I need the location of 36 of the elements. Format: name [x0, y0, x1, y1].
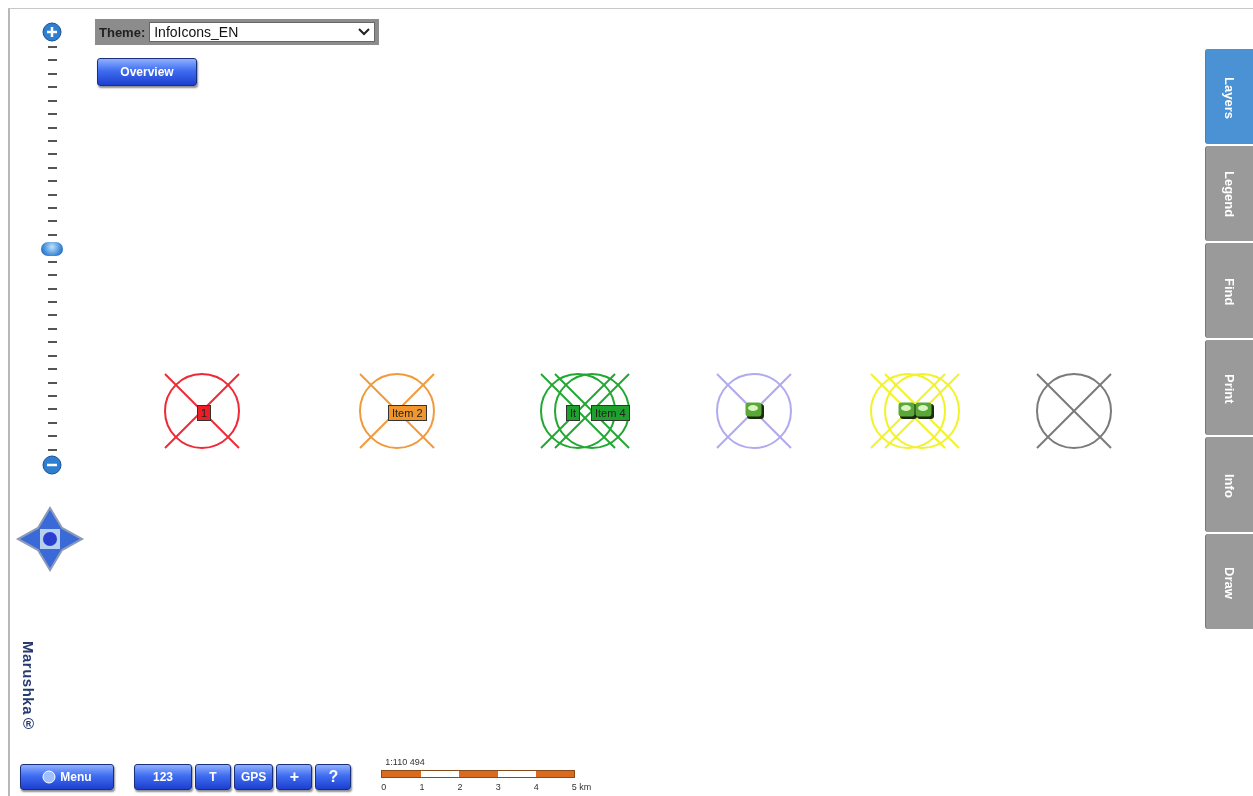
map-canvas[interactable]: Theme: InfoIcons_EN Overview Marushka® 1 Item 2 It Item 4 Layers Legend Find Print Info Draw Menu 123 T GPS + ? 1:110 494 0 1 2 3 4 5 km: [8, 8, 1253, 796]
toolbar-button[interactable]: +: [276, 764, 313, 790]
side-tab[interactable]: Print: [1205, 340, 1253, 435]
marker-label: It: [566, 405, 581, 421]
scale-tick: 4: [533, 782, 539, 792]
rounded-square-icon: [915, 402, 935, 420]
toolbar-button[interactable]: T: [195, 764, 231, 790]
scale-tick: 1: [419, 782, 425, 792]
toolbar-button[interactable]: 123: [134, 764, 192, 790]
scale-tick: 0: [381, 782, 387, 792]
zoom-out-icon[interactable]: [42, 455, 62, 475]
zoom-thumb[interactable]: [41, 241, 63, 256]
menu-icon: [42, 770, 57, 784]
side-tab[interactable]: Info: [1205, 437, 1253, 532]
toolbar-button[interactable]: ?: [315, 764, 352, 790]
theme-label: Theme:: [99, 24, 146, 40]
scale-ratio: 1:110 494: [385, 757, 426, 767]
menu-button[interactable]: Menu: [20, 764, 114, 790]
marker-label: Item 2: [388, 405, 427, 421]
scale-tick: 2: [457, 782, 463, 792]
scale-tick: 5 km: [571, 782, 592, 792]
marker-label: Item 4: [591, 405, 630, 421]
side-tab[interactable]: Legend: [1205, 146, 1253, 241]
side-tab[interactable]: Layers: [1205, 49, 1253, 144]
zoom-slider[interactable]: [40, 46, 64, 451]
toolbar-button[interactable]: GPS: [234, 764, 274, 790]
side-tab[interactable]: Draw: [1205, 534, 1253, 629]
rounded-square-icon: [745, 402, 765, 420]
scale-tick: 3: [495, 782, 501, 792]
brand-logo: Marushka®: [20, 641, 37, 733]
marker-label: 1: [197, 405, 212, 421]
side-tab[interactable]: Find: [1205, 243, 1253, 338]
zoom-in-icon[interactable]: [42, 22, 62, 42]
theme-select[interactable]: InfoIcons_EN: [149, 22, 375, 42]
overview-button[interactable]: Overview: [97, 58, 197, 86]
chevron-down-icon: [358, 28, 370, 36]
